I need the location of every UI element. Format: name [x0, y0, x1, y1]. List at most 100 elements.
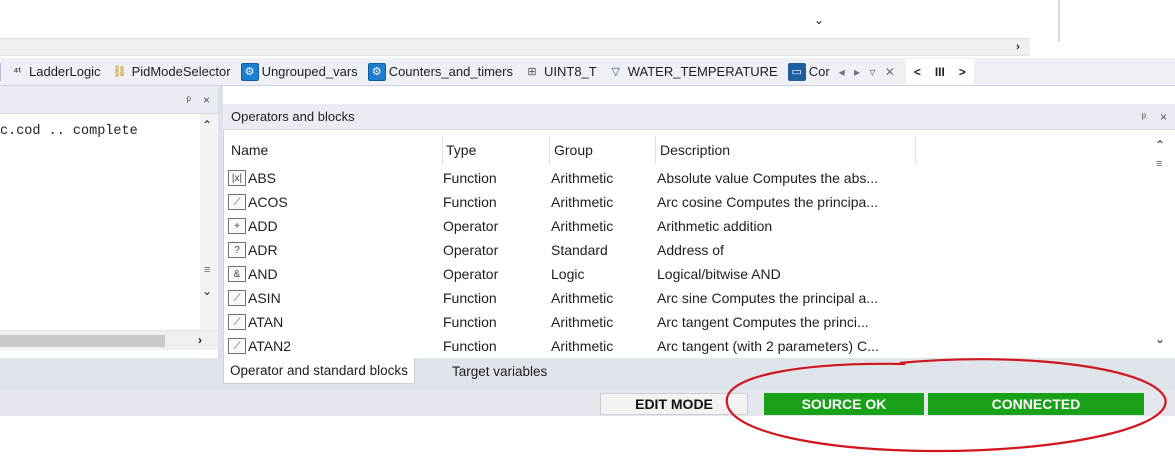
scroll-right-icon[interactable]: › — [198, 333, 202, 347]
output-text-line: c.cod .. complete — [0, 124, 138, 139]
question-icon: ? — [228, 242, 246, 258]
operator-row[interactable]: |x| ABS Function Arithmetic Absolute value C… — [223, 166, 1123, 190]
abs-icon: |x| — [228, 170, 246, 186]
operator-group: Standard — [551, 242, 608, 258]
operator-description: Arc tangent (with 2 parameters) C... — [657, 338, 879, 354]
operators-vertical-scrollbar[interactable]: ⌃ ≡ ⌄ — [1151, 132, 1173, 360]
curve-icon: ⟋ — [228, 290, 246, 306]
operator-row[interactable]: ⟋ ASIN Function Arithmetic Arc sine Computes… — [223, 286, 1123, 310]
operator-name-cell: ⟋ ACOS — [228, 190, 438, 214]
top-horizontal-scrollbar[interactable] — [0, 38, 1030, 56]
column-header-type[interactable]: Type — [442, 136, 550, 164]
tab-target-variables[interactable]: Target variables — [446, 358, 553, 384]
output-vertical-scrollbar[interactable]: ⌃ ≡ ⌄ — [200, 114, 218, 330]
operator-description: Arc cosine Computes the principa... — [657, 194, 878, 210]
tab-ungrouped-vars[interactable]: ⚙ Ungrouped_vars — [236, 61, 363, 83]
operator-name: ATAN — [248, 314, 284, 330]
status-edit-mode: EDIT MODE — [600, 393, 748, 415]
scroll-thumb[interactable]: ≡ — [1156, 158, 1162, 170]
operator-name: AND — [248, 266, 278, 282]
operator-row[interactable]: ⟋ ATAN Function Arithmetic Arc tangent Compu… — [223, 310, 1123, 334]
operator-type: Function — [443, 194, 497, 210]
pid-block-icon: ⛓ — [112, 66, 127, 78]
tab-operator-and-standard-blocks[interactable]: Operator and standard blocks — [223, 358, 415, 384]
operator-description: Arithmetic addition — [657, 218, 773, 234]
column-header-name[interactable]: Name — [227, 136, 443, 164]
operator-description: Arc sine Computes the principal a... — [657, 290, 878, 306]
operator-name: ADD — [248, 218, 278, 234]
tab-label: Cor — [808, 64, 830, 79]
operator-name: ATAN2 — [248, 338, 292, 354]
operator-row[interactable]: & AND Operator Logic Logical/bitwise AND — [223, 262, 1123, 286]
operator-name: ADR — [248, 242, 278, 258]
scroll-down-icon[interactable]: ⌄ — [202, 284, 212, 298]
document-tabstrip: ⁴ᵗ LadderLogic ⛓ PidModeSelector ⚙ Ungro… — [0, 58, 1175, 86]
top-combo-area — [0, 0, 1030, 38]
curve-icon: ⟋ — [228, 338, 246, 354]
tab-counters-and-timers[interactable]: ⚙ Counters_and_timers — [363, 61, 518, 83]
combo-dropdown-icon[interactable]: ⌄ — [810, 10, 828, 30]
operator-row[interactable]: + ADD Operator Arithmetic Arithmetic additio… — [223, 214, 1123, 238]
operator-group: Arithmetic — [551, 170, 614, 186]
tab-label: Ungrouped_vars — [261, 64, 358, 79]
scroll-left-icon[interactable]: < — [914, 65, 921, 79]
scroll-thumb[interactable]: ≡ — [204, 264, 210, 276]
operator-type: Function — [443, 290, 497, 306]
operator-type: Function — [443, 314, 497, 330]
plus-icon: + — [228, 218, 246, 234]
tab-pidmodeselector[interactable]: ⛓ PidModeSelector — [106, 61, 236, 83]
pin-icon[interactable]: ᵖ — [1141, 110, 1146, 124]
curve-icon: ⟋ — [228, 194, 246, 210]
ampersand-icon: & — [228, 266, 246, 282]
background-area — [0, 416, 1175, 460]
tab-config-truncated[interactable]: ▭ Cor — [783, 61, 835, 83]
tab-ladderlogic[interactable]: ⁴ᵗ LadderLogic — [3, 61, 106, 83]
operator-group: Arithmetic — [551, 338, 614, 354]
tab-label: LadderLogic — [29, 64, 101, 79]
tab-label: Counters_and_timers — [388, 64, 513, 79]
operator-name-cell: & AND — [228, 262, 438, 286]
scroll-right-icon[interactable]: › — [1010, 40, 1026, 54]
bottom-tabbar — [0, 358, 1175, 390]
operator-row[interactable]: ? ADR Operator Standard Address of — [223, 238, 1123, 262]
operator-name: ASIN — [248, 290, 281, 306]
tab-scroller[interactable]: < III > — [905, 58, 974, 85]
variables-group-icon: ⚙ — [367, 62, 386, 81]
operator-name-cell: ⟋ ATAN2 — [228, 334, 438, 358]
operator-group: Arithmetic — [551, 218, 614, 234]
operators-list: Name Type Group Description |x| ABS Functi… — [223, 132, 1175, 358]
scroll-down-icon[interactable]: ⌄ — [1155, 332, 1165, 346]
tab-navigation-icons[interactable]: ◂ ▸ ▿ ✕ — [839, 65, 898, 79]
tab-label: WATER_TEMPERATURE — [627, 64, 778, 79]
scroll-right-icon[interactable]: > — [959, 65, 966, 79]
column-header-description[interactable]: Description — [656, 136, 916, 164]
ladder-icon: ⁴ᵗ — [13, 65, 21, 78]
column-header-group[interactable]: Group — [550, 136, 656, 164]
scroll-up-icon[interactable]: ⌃ — [202, 118, 212, 132]
operator-group: Arithmetic — [551, 314, 614, 330]
close-icon[interactable]: × — [1160, 110, 1167, 124]
operator-name-cell: |x| ABS — [228, 166, 438, 190]
scroll-thumb[interactable] — [0, 335, 165, 347]
operator-description: Arc tangent Computes the princi... — [657, 314, 869, 330]
operator-row[interactable]: ⟋ ATAN2 Function Arithmetic Arc tangent (wit… — [223, 334, 1123, 358]
close-icon[interactable]: × — [203, 93, 210, 107]
pin-icon[interactable]: ᵖ — [186, 93, 191, 107]
operators-panel-header: Operators and blocks ᵖ × — [223, 104, 1175, 130]
tab-label: PidModeSelector — [131, 64, 231, 79]
tab-water-temperature[interactable]: ▽ WATER_TEMPERATURE — [602, 61, 783, 83]
tab-uint8-t[interactable]: ⊞ UINT8_T — [518, 61, 602, 83]
operator-group: Logic — [551, 266, 585, 282]
operator-name-cell: ? ADR — [228, 238, 438, 262]
variables-group-icon: ⚙ — [240, 62, 259, 81]
operator-row[interactable]: ⟋ ACOS Function Arithmetic Arc cosine Comput… — [223, 190, 1123, 214]
filter-icon: ▽ — [611, 66, 620, 78]
operator-type: Operator — [443, 266, 499, 282]
operator-name: ACOS — [248, 194, 288, 210]
operator-description: Logical/bitwise AND — [657, 266, 781, 282]
scroll-thumb-icon[interactable]: III — [935, 65, 945, 79]
output-horizontal-scrollbar[interactable]: › — [0, 330, 218, 350]
operator-type: Function — [443, 338, 497, 354]
scroll-up-icon[interactable]: ⌃ — [1155, 138, 1165, 152]
operator-group: Arithmetic — [551, 290, 614, 306]
